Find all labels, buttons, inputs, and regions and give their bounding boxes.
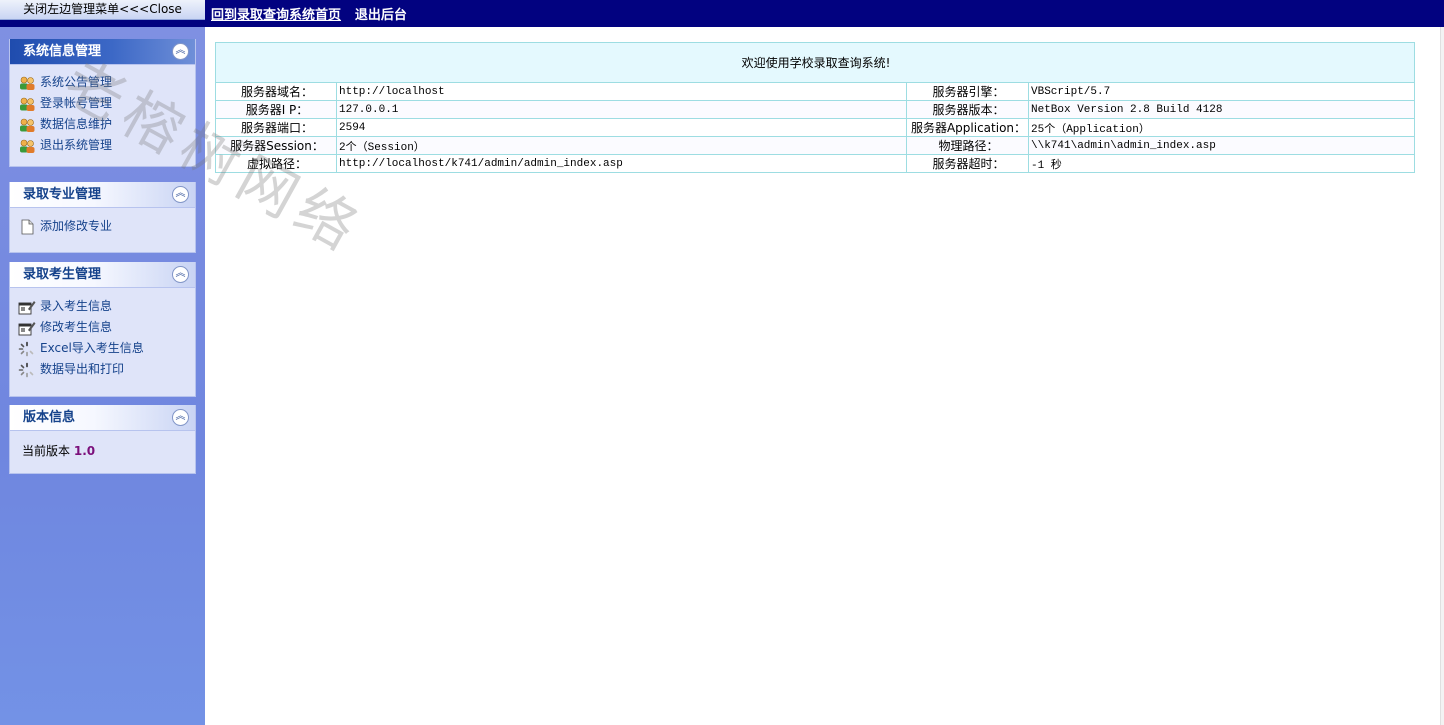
sidebar-item-label: 录入考生信息	[40, 299, 113, 313]
top-nav: 回到录取查询系统首页 退出后台	[211, 0, 417, 27]
welcome-message: 欢迎使用学校录取查询系统!	[215, 42, 1415, 83]
server-engine-value: VBScript/5.7	[1028, 82, 1415, 101]
server-session-value: 2个（Session）	[336, 136, 907, 155]
panel-header[interactable]: 录取考生管理 ︽	[10, 262, 195, 288]
panel-title: 录取专业管理	[23, 187, 102, 202]
table-row: 服务器Session： 2个（Session） 物理路径： \\k741\adm…	[215, 136, 1415, 155]
server-domain-value: http://localhost	[336, 82, 907, 101]
sidebar-item-label: 数据导出和打印	[40, 362, 125, 376]
sidebar-item-edit-student[interactable]: 修改考生信息	[10, 317, 195, 338]
panel-body: 系统公告管理 登录帐号管理 数据信息维护 退出系统管理	[10, 65, 195, 166]
virtual-path-label: 虚拟路径：	[215, 154, 337, 173]
sidebar-item-announcements[interactable]: 系统公告管理	[10, 72, 195, 93]
panel-header[interactable]: 系统信息管理 ︽	[10, 39, 195, 65]
main-content: 欢迎使用学校录取查询系统! 服务器域名： http://localhost 服务…	[205, 27, 1441, 725]
sidebar-item-excel-import[interactable]: Excel导入考生信息	[10, 338, 195, 359]
sidebar-item-label: 退出系统管理	[40, 138, 113, 152]
panel-student-management: 录取考生管理 ︽ 录入考生信息 修改考生信息 Excel导入考生信息 数据导出和…	[9, 262, 196, 397]
panel-body: 添加修改专业	[10, 208, 195, 252]
sidebar-item-label: Excel导入考生信息	[40, 341, 144, 355]
sidebar-item-accounts[interactable]: 登录帐号管理	[10, 93, 195, 114]
close-left-menu-button[interactable]: 关闭左边管理菜单<<<Close	[0, 0, 205, 20]
top-bar: 关闭左边管理菜单<<<Close 回到录取查询系统首页 退出后台	[0, 0, 1444, 27]
table-row: 虚拟路径： http://localhost/k741/admin/admin_…	[215, 154, 1415, 173]
table-row: 服务器I P： 127.0.0.1 服务器版本： NetBox Version …	[215, 100, 1415, 119]
server-info-table: 欢迎使用学校录取查询系统! 服务器域名： http://localhost 服务…	[215, 42, 1415, 173]
version-number: 1.0	[73, 444, 96, 458]
server-ip-value: 127.0.0.1	[336, 100, 907, 119]
sidebar-item-enter-student[interactable]: 录入考生信息	[10, 296, 195, 317]
server-domain-label: 服务器域名：	[215, 82, 337, 101]
window-edit-icon	[18, 300, 36, 314]
server-timeout-label: 服务器超时：	[906, 154, 1029, 173]
collapse-icon[interactable]: ︽	[172, 43, 189, 60]
server-application-label: 服务器Application：	[906, 118, 1029, 137]
panel-body: 录入考生信息 修改考生信息 Excel导入考生信息 数据导出和打印	[10, 288, 195, 396]
document-icon	[21, 219, 34, 234]
panel-system-info: 系统信息管理 ︽ 系统公告管理 登录帐号管理 数据信息维护 退出系统管理	[9, 39, 196, 167]
panel-title: 系统信息管理	[23, 44, 102, 59]
panel-header[interactable]: 版本信息 ︽	[10, 405, 195, 431]
sidebar-item-edit-major[interactable]: 添加修改专业	[10, 216, 195, 237]
table-row: 欢迎使用学校录取查询系统!	[215, 42, 1415, 83]
server-timeout-value: -1 秒	[1028, 154, 1415, 173]
collapse-icon[interactable]: ︽	[172, 186, 189, 203]
sidebar-item-exit-system[interactable]: 退出系统管理	[10, 135, 195, 156]
back-to-home-link[interactable]: 回到录取查询系统首页	[211, 8, 341, 23]
server-engine-label: 服务器引擎：	[906, 82, 1029, 101]
virtual-path-value: http://localhost/k741/admin/admin_index.…	[336, 154, 907, 173]
sidebar-item-data-maintenance[interactable]: 数据信息维护	[10, 114, 195, 135]
window-edit-icon	[18, 321, 36, 335]
scrollbar-edge	[1440, 27, 1444, 725]
panel-title: 版本信息	[23, 410, 76, 425]
server-port-label: 服务器端口：	[215, 118, 337, 137]
version-label: 当前版本	[22, 444, 71, 458]
version-text: 当前版本 1.0	[10, 436, 195, 461]
server-application-value: 25个（Application）	[1028, 118, 1415, 137]
server-port-value: 2594	[336, 118, 907, 137]
physical-path-value: \\k741\admin\admin_index.asp	[1028, 136, 1415, 155]
physical-path-label: 物理路径：	[906, 136, 1029, 155]
server-ip-label: 服务器I P：	[215, 100, 337, 119]
panel-version-info: 版本信息 ︽ 当前版本 1.0	[9, 405, 196, 474]
server-version-label: 服务器版本：	[906, 100, 1029, 119]
collapse-icon[interactable]: ︽	[172, 409, 189, 426]
users-icon	[20, 118, 35, 132]
sidebar-item-label: 数据信息维护	[40, 117, 113, 131]
collapse-icon[interactable]: ︽	[172, 266, 189, 283]
panel-major-management: 录取专业管理 ︽ 添加修改专业	[9, 182, 196, 253]
sidebar-item-label: 修改考生信息	[40, 320, 113, 334]
spinner-icon	[18, 341, 34, 356]
sidebar-item-label: 添加修改专业	[40, 219, 113, 233]
table-row: 服务器端口： 2594 服务器Application： 25个（Applicat…	[215, 118, 1415, 137]
server-version-value: NetBox Version 2.8 Build 4128	[1028, 100, 1415, 119]
users-icon	[20, 97, 35, 111]
users-icon	[20, 139, 35, 153]
panel-title: 录取考生管理	[23, 267, 102, 282]
table-row: 服务器域名： http://localhost 服务器引擎： VBScript/…	[215, 82, 1415, 101]
sidebar-item-label: 登录帐号管理	[40, 96, 113, 110]
sidebar-item-export-print[interactable]: 数据导出和打印	[10, 359, 195, 380]
logout-link[interactable]: 退出后台	[355, 8, 407, 23]
spinner-icon	[18, 362, 34, 377]
sidebar: 系统信息管理 ︽ 系统公告管理 登录帐号管理 数据信息维护 退出系统管理 录取专…	[0, 27, 205, 725]
server-session-label: 服务器Session：	[215, 136, 337, 155]
users-icon	[20, 76, 35, 90]
panel-header[interactable]: 录取专业管理 ︽	[10, 182, 195, 208]
sidebar-item-label: 系统公告管理	[40, 75, 113, 89]
panel-body: 当前版本 1.0	[10, 431, 195, 473]
